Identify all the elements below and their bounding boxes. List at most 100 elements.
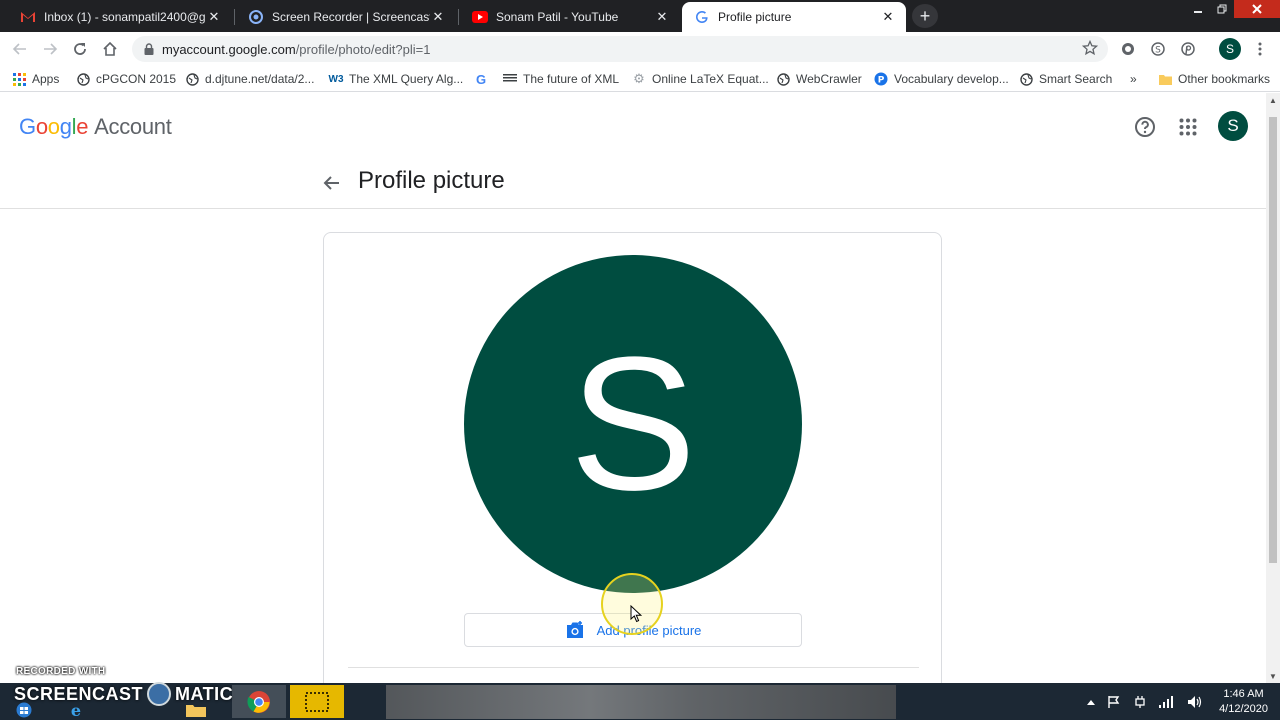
taskbar-clock[interactable]: 1:46 AM 4/12/2020 [1219,687,1268,717]
close-tab-icon[interactable]: ✕ [880,9,896,25]
bookmark-djtune[interactable]: d.djtune.net/data/2... [185,70,314,88]
bookmark-latex[interactable]: ⚙ Online LaTeX Equat... [632,70,769,88]
bookmark-vocabulary[interactable]: P Vocabulary develop... [874,70,1009,88]
lock-icon [144,43,154,55]
tray-overflow-icon[interactable] [1087,699,1096,705]
close-tab-icon[interactable]: ✕ [430,9,446,25]
bookmark-future-xml[interactable]: The future of XML [503,70,619,88]
back-arrow-icon[interactable] [8,37,32,61]
tab-profile-picture[interactable]: Profile picture ✕ [682,2,906,32]
tab-title: Screen Recorder | Screencast-O- [272,10,430,24]
help-icon[interactable] [1133,115,1157,139]
globe-icon [76,72,90,86]
url-host: myaccount.google.com [162,41,296,57]
bookmark-smart-search[interactable]: Smart Search [1019,70,1112,88]
google-account-logo[interactable]: Google Account [19,114,172,140]
power-plug-icon[interactable] [1133,695,1147,709]
svg-text:P: P [878,76,885,86]
start-button[interactable] [4,701,44,719]
tab-divider [234,9,235,25]
scroll-up-icon[interactable]: ▲ [1266,93,1280,107]
clock-date: 4/12/2020 [1219,702,1268,715]
scroll-thumb[interactable] [1269,117,1277,563]
forward-arrow-icon[interactable] [38,37,62,61]
bookmarks-overflow-button[interactable]: » [1130,70,1137,88]
page-subheader: Profile picture [0,161,1266,209]
signal-icon[interactable] [1159,695,1175,708]
minimize-icon[interactable] [1186,0,1210,18]
profile-avatar: S [464,255,802,593]
bookmark-label: Vocabulary develop... [894,72,1009,86]
card-divider [348,667,919,668]
volume-icon[interactable] [1187,695,1203,709]
close-tab-icon[interactable]: ✕ [654,9,670,25]
pinterest-icon[interactable] [1179,40,1197,58]
back-arrow-icon[interactable] [320,171,344,195]
tab-gmail-inbox[interactable]: Inbox (1) - sonampatil2400@gm ✕ [8,2,232,32]
profile-avatar-button[interactable]: S [1219,38,1241,60]
new-tab-button[interactable]: + [912,4,938,28]
bookmark-label: Apps [32,72,60,86]
account-avatar[interactable]: S [1218,111,1248,141]
recorded-with-label: RECORDED WITH [16,666,106,677]
bookmark-webcrawler[interactable]: WebCrawler [776,70,862,88]
browser-tab-strip: Inbox (1) - sonampatil2400@gm ✕ Screen R… [0,0,1280,32]
more-vert-icon[interactable] [1251,40,1269,58]
other-bookmarks-folder[interactable]: Other bookmarks [1158,70,1270,88]
google-icon [694,9,710,25]
page-scrollbar[interactable]: ▲ ▼ [1266,93,1280,683]
globe-icon [185,72,199,86]
system-tray: 1:46 AM 4/12/2020 [1081,683,1280,720]
tab-divider [458,9,459,25]
folder-icon [1158,72,1172,86]
windows-taskbar: SCREENCAST MATIC e 1:46 AM 4/12/2020 [0,682,1280,720]
google-icon: G [475,71,487,87]
account-header: Google Account S [0,93,1266,161]
ibm-icon [503,72,517,86]
bookmark-xml-query[interactable]: W3 The XML Query Alg... [329,70,464,88]
extension-icon[interactable] [1119,40,1137,58]
browser-toolbar: myaccount.google.com/profile/photo/edit?… [0,32,1280,66]
tab-title: Profile picture [718,10,792,24]
tab-title: Sonam Patil - YouTube [496,10,619,24]
close-tab-icon[interactable]: ✕ [206,9,222,25]
bookmark-label: WebCrawler [796,72,862,86]
file-explorer-icon[interactable] [176,701,216,719]
clock-time: 1:46 AM [1223,687,1264,700]
globe-icon [1019,72,1033,86]
url-path: /profile/photo/edit?pli=1 [295,41,431,57]
page-title: Profile picture [358,167,505,194]
skype-icon[interactable]: S [1149,40,1167,58]
scroll-down-icon[interactable]: ▼ [1266,669,1280,683]
apps-grid-icon[interactable] [1176,115,1200,139]
account-label: Account [94,114,172,139]
chrome-taskbar-icon[interactable] [232,685,286,718]
pinterest-icon: P [874,72,888,86]
close-window-icon[interactable] [1234,0,1280,18]
svg-text:S: S [1155,46,1161,56]
google-account-page: Google Account S Profile picture S Add p… [0,93,1266,683]
bookmarks-bar: Apps cPGCON 2015 d.djtune.net/data/2... … [0,66,1280,92]
screencast-reel-icon [147,682,172,706]
action-center-flag-icon[interactable] [1107,695,1121,709]
internet-explorer-icon[interactable]: e [56,701,96,719]
tab-youtube[interactable]: Sonam Patil - YouTube ✕ [460,2,680,32]
screen-recorder-taskbar-icon[interactable] [290,685,344,718]
restore-icon[interactable] [1210,0,1234,18]
bookmark-label: Other bookmarks [1178,72,1271,86]
add-photo-icon [565,621,585,639]
bookmark-cpgcon[interactable]: cPGCON 2015 [76,70,176,88]
reload-icon[interactable] [68,37,92,61]
home-icon[interactable] [98,37,122,61]
bookmark-apps[interactable]: Apps [12,70,59,88]
tab-screencast[interactable]: Screen Recorder | Screencast-O- ✕ [236,2,456,32]
address-bar[interactable]: myaccount.google.com/profile/photo/edit?… [132,36,1108,62]
bookmark-label: The XML Query Alg... [349,72,464,86]
mouse-cursor-icon [630,604,643,628]
taskbar-blurred-region [386,685,896,719]
bookmark-star-icon[interactable] [1081,39,1099,59]
bookmark-label: The future of XML [523,72,620,86]
gmail-icon [20,9,36,25]
svg-text:e: e [71,702,81,718]
bookmark-google[interactable]: G [474,70,494,88]
